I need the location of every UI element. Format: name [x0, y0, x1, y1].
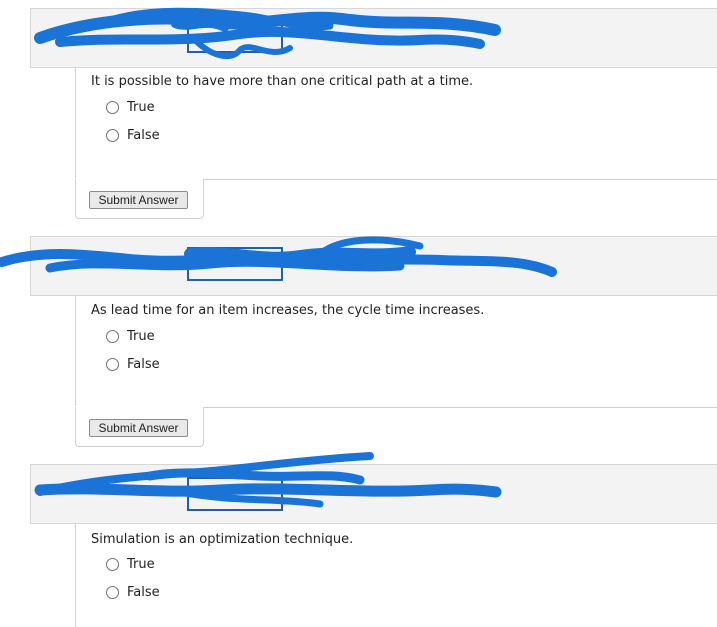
radio-button[interactable]: [106, 128, 119, 142]
redaction-scribble: [34, 452, 502, 508]
radio-button[interactable]: [106, 557, 119, 571]
option-label: False: [127, 127, 160, 143]
submit-answer-button[interactable]: Submit Answer: [89, 419, 188, 437]
option-label: False: [127, 584, 160, 600]
option-label: True: [127, 99, 155, 115]
question-text: Simulation is an optimization technique.: [91, 532, 354, 547]
question-body-3: Simulation is an optimization technique.…: [75, 524, 717, 627]
submit-answer-button[interactable]: Submit Answer: [89, 191, 188, 209]
option-true[interactable]: True: [106, 556, 155, 572]
divider: [203, 407, 717, 408]
question-body-2: As lead time for an item increases, the …: [75, 296, 717, 406]
option-true[interactable]: True: [106, 99, 155, 115]
option-true[interactable]: True: [106, 328, 155, 344]
radio-button[interactable]: [106, 100, 119, 114]
option-label: False: [127, 356, 160, 372]
question-text: As lead time for an item increases, the …: [91, 303, 485, 318]
radio-button[interactable]: [106, 329, 119, 343]
option-label: True: [127, 556, 155, 572]
question-text: It is possible to have more than one cri…: [91, 74, 474, 89]
option-false[interactable]: False: [106, 127, 160, 143]
submit-area-2: Submit Answer: [75, 407, 204, 447]
option-label: True: [127, 328, 155, 344]
option-false[interactable]: False: [106, 356, 160, 372]
divider: [203, 179, 717, 180]
radio-button[interactable]: [106, 357, 119, 371]
option-false[interactable]: False: [106, 584, 160, 600]
submit-area-1: Submit Answer: [75, 179, 204, 219]
question-body-1: It is possible to have more than one cri…: [75, 68, 717, 178]
radio-button[interactable]: [106, 585, 119, 599]
